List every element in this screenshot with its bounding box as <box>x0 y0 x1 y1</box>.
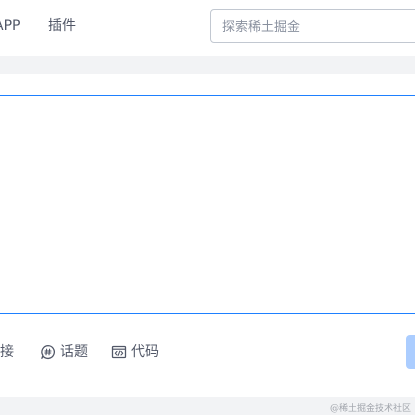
comment-textarea[interactable] <box>4 102 404 302</box>
insert-link-button[interactable]: 接 <box>0 342 14 362</box>
search-input[interactable] <box>222 17 412 37</box>
separator-band <box>0 56 415 74</box>
submit-button[interactable] <box>406 335 415 369</box>
comment-editor <box>0 95 415 314</box>
insert-link-label: 接 <box>0 344 14 360</box>
insert-topic-button[interactable]: 话题 <box>40 342 88 362</box>
page: APP 插件 接 话题 代码 @稀土 <box>0 0 415 415</box>
insert-topic-label: 话题 <box>60 344 88 360</box>
insert-code-button[interactable]: 代码 <box>111 342 159 362</box>
topic-icon <box>40 344 56 360</box>
nav-link-app[interactable]: APP <box>0 16 20 36</box>
search-box <box>210 9 415 43</box>
top-navigation: APP 插件 <box>0 0 415 56</box>
insert-code-label: 代码 <box>131 344 159 360</box>
watermark: @稀土掘金技术社区 <box>329 404 411 414</box>
code-icon <box>111 344 127 360</box>
nav-link-plugins[interactable]: 插件 <box>48 16 76 36</box>
